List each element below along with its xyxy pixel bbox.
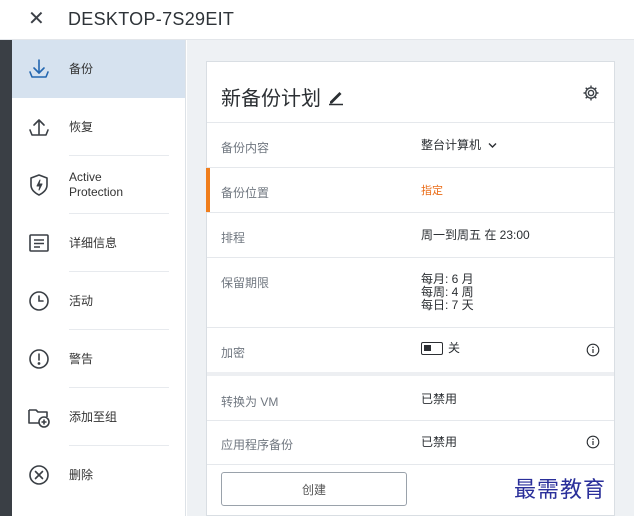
row-encryption: 加密 关 (207, 327, 614, 372)
folder-add-icon (26, 404, 52, 430)
toggle-switch[interactable] (421, 342, 443, 356)
window-title: DESKTOP-7S29EIT (68, 9, 235, 29)
sidebar-item-activity[interactable]: 活动 (12, 272, 185, 330)
sidebar-item-add-to-group[interactable]: 添加至组 (12, 388, 185, 446)
gear-icon[interactable] (582, 84, 600, 107)
encryption-toggle[interactable]: 关 (421, 341, 461, 356)
watermark-text: 最需教育 (514, 478, 607, 503)
info-icon[interactable] (586, 435, 600, 449)
retention-values[interactable]: 每月: 6 月 每周: 4 周 每日: 7 天 (421, 273, 474, 312)
row-label: 备份内容 (221, 141, 270, 155)
row-label: 转换为 VM (221, 395, 279, 409)
sidebar-item-details[interactable]: 详细信息 (12, 214, 185, 272)
title-bar: ✕ DESKTOP-7S29EIT (0, 0, 634, 40)
backup-content-value: 整台计算机 (421, 138, 482, 152)
details-list-icon (26, 230, 52, 256)
sidebar-item-alerts[interactable]: 警告 (12, 330, 185, 388)
sidebar-item-label: 恢复 (69, 119, 94, 134)
sidebar-item-label: 警告 (69, 351, 94, 366)
pencil-icon[interactable] (327, 88, 345, 106)
alert-icon (26, 346, 52, 372)
shield-bolt-icon (26, 172, 52, 198)
sidebar-item-label: 活动 (69, 293, 94, 308)
sidebar-item-label: 备份 (69, 61, 94, 76)
create-button[interactable]: 创建 (221, 472, 407, 506)
sidebar-item-label: 删除 (69, 467, 94, 482)
sidebar-item-recover[interactable]: 恢复 (12, 98, 185, 156)
left-edge-stripe (0, 40, 12, 516)
row-schedule[interactable]: 排程 周一到周五 在 23:00 (207, 212, 614, 257)
row-label: 应用程序备份 (221, 438, 294, 452)
row-retention[interactable]: 保留期限 每月: 6 月 每周: 4 周 每日: 7 天 (207, 257, 614, 327)
backup-download-icon (26, 56, 52, 82)
sidebar-item-label: Active Protection (69, 170, 124, 199)
row-label: 加密 (221, 346, 246, 360)
plan-title[interactable]: 新备份计划 (221, 82, 345, 111)
toggle-label: 关 (448, 341, 461, 356)
row-label: 排程 (221, 231, 246, 245)
row-convert-vm[interactable]: 转换为 VM 已禁用 (207, 372, 614, 420)
app-backup-value[interactable]: 已禁用 (421, 436, 457, 449)
chevron-down-icon (488, 139, 497, 152)
plan-title-text: 新备份计划 (221, 88, 321, 110)
sidebar-item-active-protection[interactable]: Active Protection (12, 156, 185, 214)
clock-icon (26, 288, 52, 314)
sidebar: 备份 恢复 Active Protection 详细信息 活动 警告 添加至组 … (12, 40, 186, 516)
convert-vm-value[interactable]: 已禁用 (421, 393, 457, 406)
backup-plan-card: 新备份计划 备份内容 整台计算机 备份位置 指定 排程 周一到周五 在 23:0… (206, 61, 615, 516)
schedule-value[interactable]: 周一到周五 在 23:00 (421, 229, 530, 242)
sidebar-item-label: 添加至组 (69, 409, 118, 424)
row-value[interactable]: 整台计算机 (421, 139, 497, 152)
delete-x-icon (26, 462, 52, 488)
retention-daily: 每日: 7 天 (421, 298, 474, 312)
recover-upload-icon (26, 114, 52, 140)
row-backup-content[interactable]: 备份内容 整台计算机 (207, 122, 614, 167)
main-panel: 新备份计划 备份内容 整台计算机 备份位置 指定 排程 周一到周五 在 23:0… (187, 40, 634, 516)
row-label: 保留期限 (221, 276, 270, 290)
row-divider (207, 464, 614, 465)
info-icon[interactable] (586, 343, 600, 357)
row-backup-location[interactable]: 备份位置 指定 (206, 167, 614, 212)
sidebar-item-label: 详细信息 (69, 235, 118, 250)
backup-location-link[interactable]: 指定 (421, 185, 443, 198)
row-label: 备份位置 (221, 186, 270, 200)
sidebar-item-backup[interactable]: 备份 (12, 40, 185, 98)
row-app-backup[interactable]: 应用程序备份 已禁用 (207, 420, 614, 464)
sidebar-item-delete[interactable]: 删除 (12, 446, 185, 504)
close-icon[interactable]: ✕ (28, 9, 45, 29)
attention-accent-bar (206, 168, 210, 212)
